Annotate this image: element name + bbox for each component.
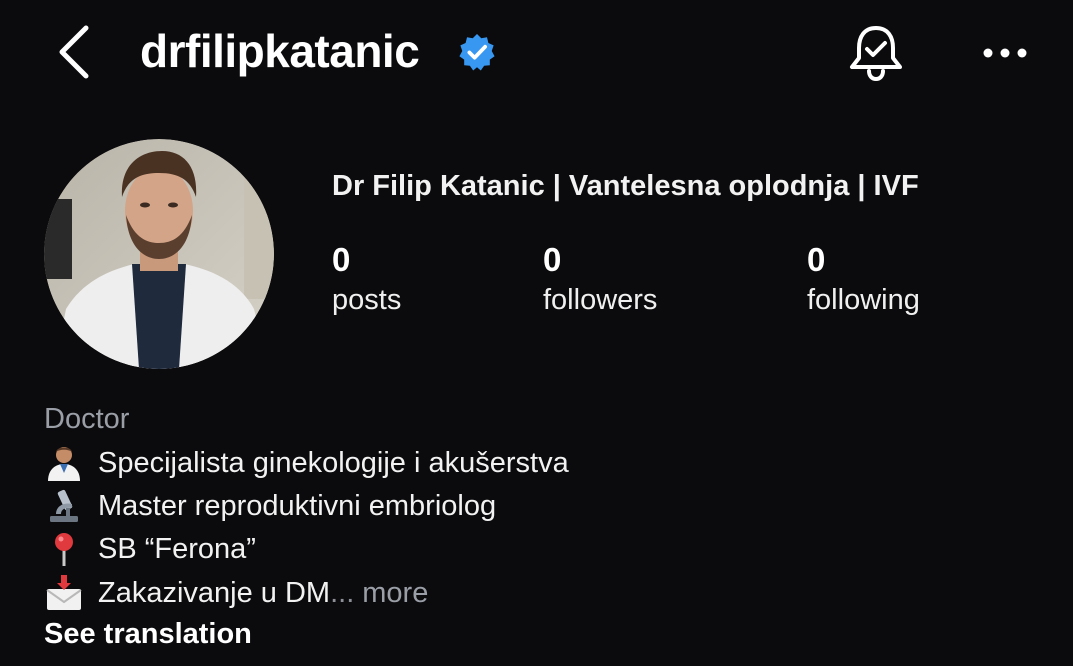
stat-following-label: following bbox=[807, 284, 920, 316]
bio-line-text: Zakazivanje u DM bbox=[98, 576, 331, 609]
stat-following-count: 0 bbox=[807, 241, 826, 278]
envelope-emoji-icon bbox=[46, 575, 82, 610]
profile-header: drfilipkatanic bbox=[0, 0, 1073, 110]
bio-line: Zakazivanje u DM ... more bbox=[44, 575, 428, 611]
chevron-left-icon bbox=[59, 25, 89, 79]
bio-line: Specijalista ginekologije i akušerstva bbox=[44, 445, 569, 481]
stat-followers[interactable]: 0 followers bbox=[543, 240, 657, 320]
back-button[interactable] bbox=[52, 22, 98, 82]
stat-followers-label: followers bbox=[543, 284, 658, 316]
stat-following[interactable]: 0 following bbox=[807, 240, 920, 320]
microscope-emoji-icon bbox=[50, 489, 78, 522]
stat-followers-count: 0 bbox=[543, 241, 562, 278]
bio-line-text: Master reproduktivni embriolog bbox=[98, 489, 497, 522]
stat-posts[interactable]: 0 posts bbox=[332, 240, 401, 320]
profile-full-name: Dr Filip Katanic | Vantelesna oplodnja |… bbox=[332, 170, 919, 202]
stat-posts-label: posts bbox=[332, 284, 402, 316]
bio-line-text: SB “Ferona” bbox=[98, 532, 256, 565]
bio-ellipsis: ... bbox=[330, 576, 355, 609]
bell-check-icon bbox=[850, 26, 902, 82]
pin-emoji-icon bbox=[55, 533, 73, 566]
more-options-button[interactable] bbox=[980, 38, 1030, 68]
profile-category: Doctor bbox=[44, 403, 130, 435]
verified-badge-icon bbox=[459, 33, 495, 71]
bio-line: Master reproduktivni embriolog bbox=[44, 488, 496, 524]
see-translation-link[interactable]: See translation bbox=[44, 618, 252, 651]
avatar-photo bbox=[44, 139, 274, 369]
profile-username: drfilipkatanic bbox=[140, 25, 420, 77]
bio-line-text: Specijalista ginekologije i akušerstva bbox=[98, 446, 569, 479]
doctor-emoji-icon bbox=[48, 447, 80, 481]
stat-posts-count: 0 bbox=[332, 241, 351, 278]
bio-more-link[interactable]: more bbox=[362, 577, 428, 610]
bio-line: SB “Ferona” bbox=[44, 531, 256, 567]
more-dots-icon bbox=[983, 48, 1027, 58]
notifications-bell-button[interactable] bbox=[846, 22, 906, 84]
profile-avatar[interactable] bbox=[44, 139, 274, 369]
